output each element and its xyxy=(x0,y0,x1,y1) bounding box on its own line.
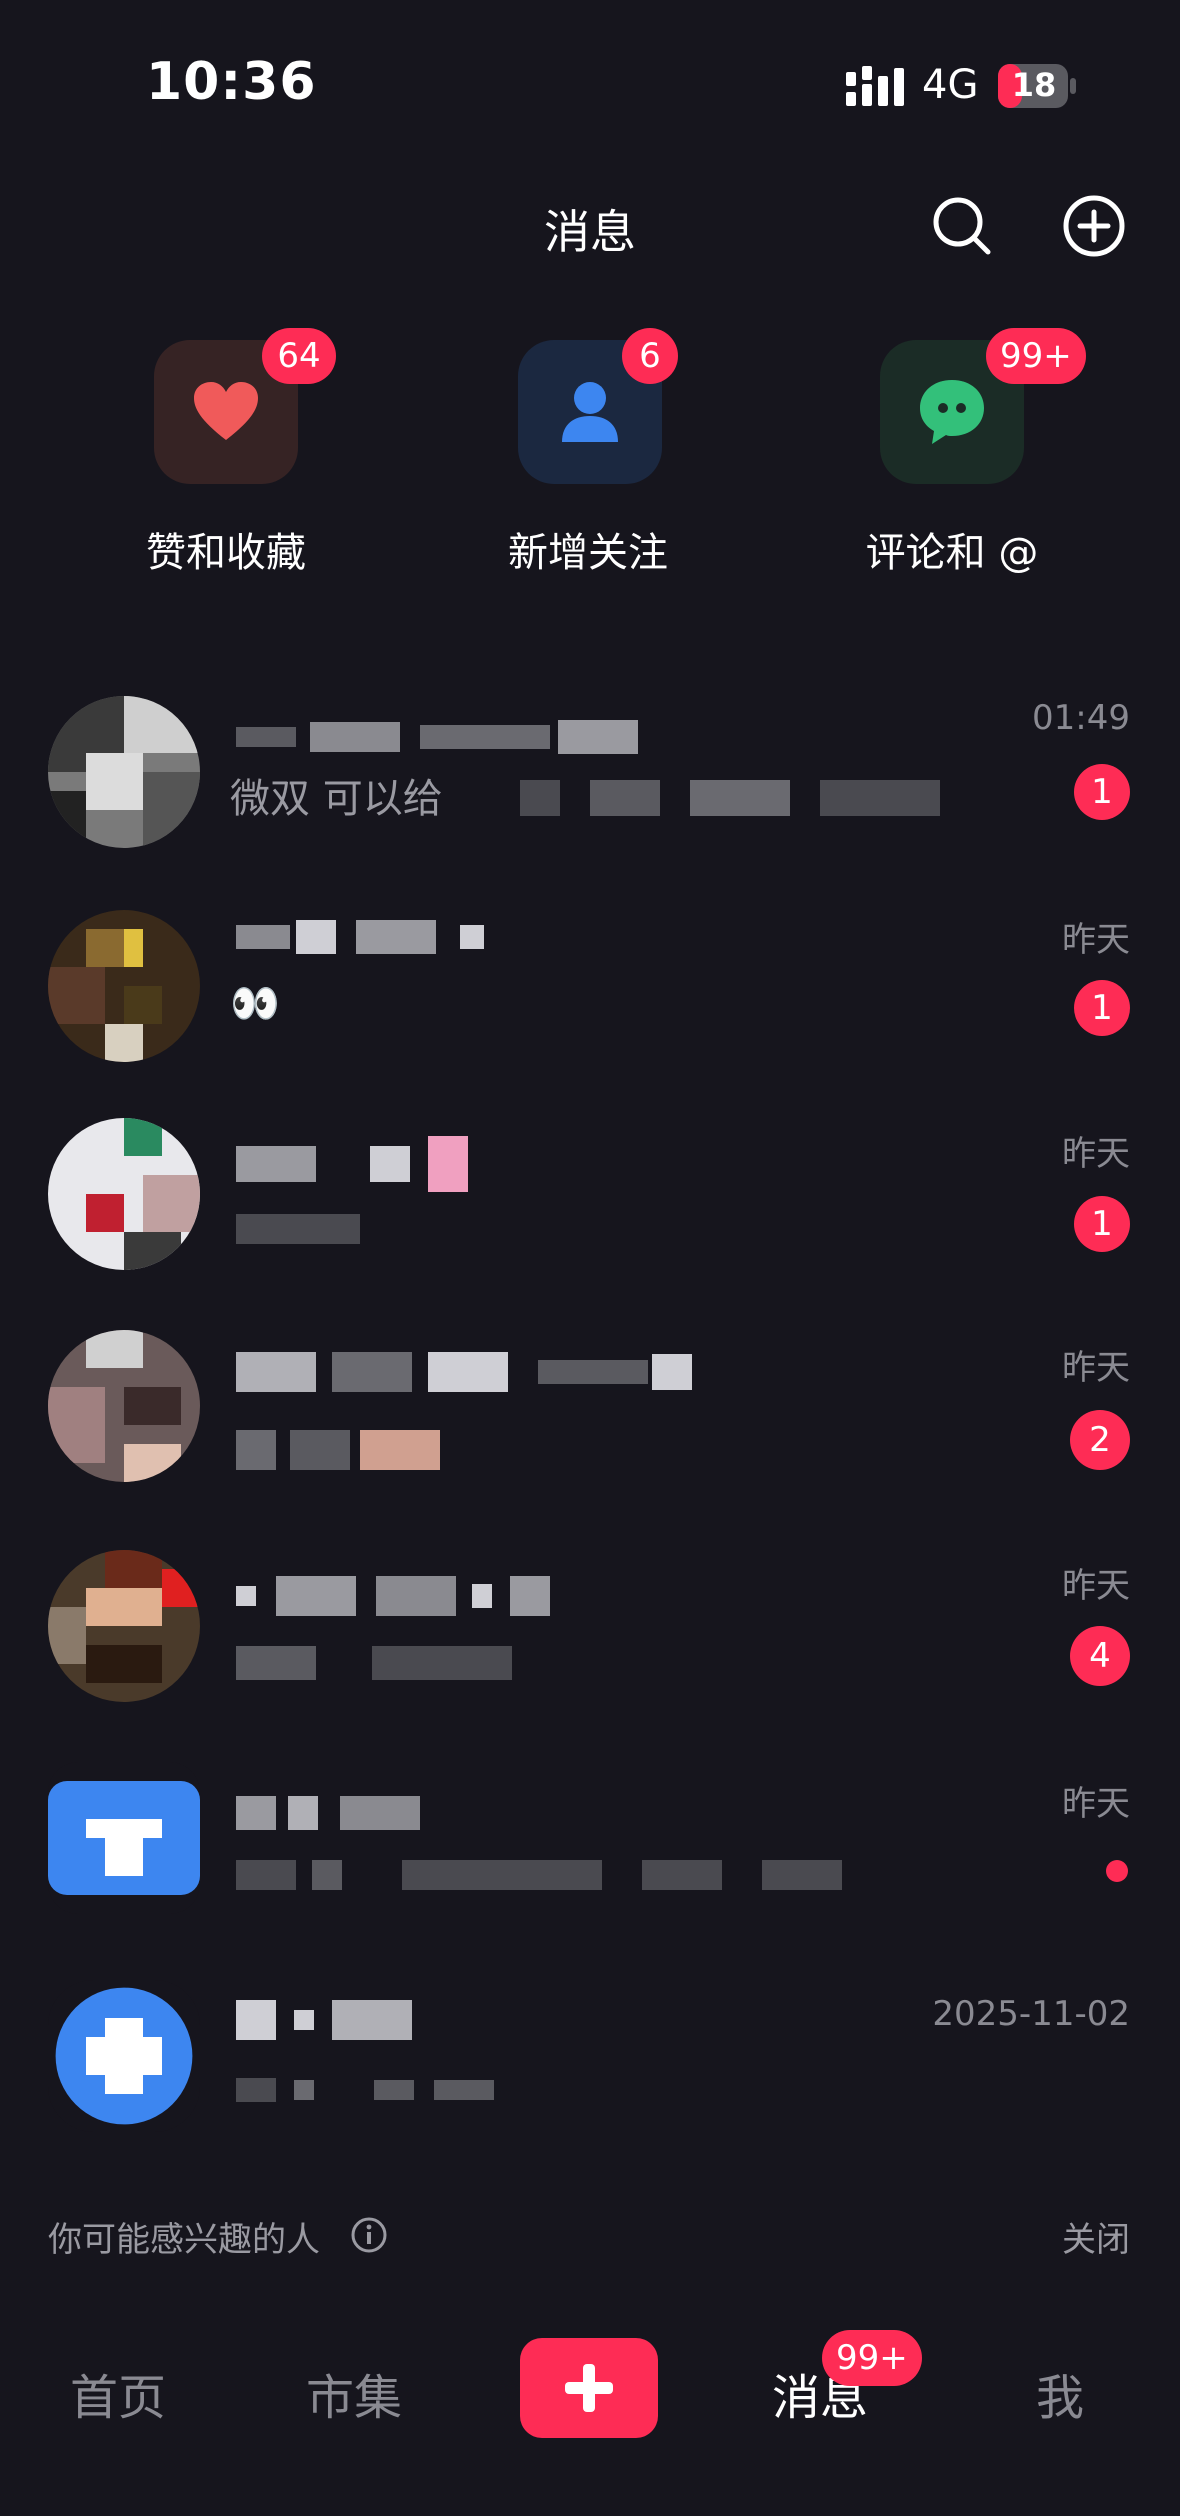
unread-badge: 1 xyxy=(1074,1196,1130,1252)
message-preview-redacted xyxy=(236,1646,512,1688)
message-preview: 👀 xyxy=(230,981,280,1027)
chat-bubble-icon xyxy=(920,380,984,444)
unread-badge: 4 xyxy=(1070,1626,1130,1686)
message-preview-redacted xyxy=(520,780,940,820)
message-preview-redacted xyxy=(236,1214,360,1256)
contact-name-redacted xyxy=(236,720,638,762)
publish-button[interactable] xyxy=(520,2338,658,2438)
avatar[interactable] xyxy=(48,696,200,848)
network-type: 4G xyxy=(922,62,979,108)
close-suggestions-button[interactable]: 关闭 xyxy=(1062,2212,1130,2261)
unread-badge: 2 xyxy=(1070,1410,1130,1470)
comments-badge: 99+ xyxy=(986,328,1086,384)
message-preview-redacted xyxy=(236,1430,440,1472)
avatar[interactable] xyxy=(48,1980,200,2132)
follows-badge: 6 xyxy=(622,328,678,384)
avatar[interactable] xyxy=(48,910,200,1062)
message-preview-redacted xyxy=(236,1860,842,1902)
chat-time: 昨天 xyxy=(1062,1784,1130,1824)
tab-market[interactable]: 市集 xyxy=(306,2358,402,2428)
avatar[interactable] xyxy=(48,1550,200,1702)
contact-name-redacted xyxy=(236,920,484,962)
messages-tab-badge: 99+ xyxy=(822,2330,922,2386)
search-icon[interactable] xyxy=(930,194,994,258)
tab-home[interactable]: 首页 xyxy=(70,2358,166,2428)
unread-badge: 1 xyxy=(1074,764,1130,820)
avatar[interactable] xyxy=(48,1118,200,1270)
contact-name-redacted xyxy=(236,1352,692,1394)
page-title: 消息 xyxy=(544,205,636,259)
chat-time: 昨天 xyxy=(1062,1566,1130,1606)
likes-label: 赞和收藏 xyxy=(146,530,306,576)
battery-icon: 18 xyxy=(998,64,1076,108)
message-preview-redacted xyxy=(236,2078,494,2120)
contact-name-redacted xyxy=(236,2000,412,2042)
comments-label: 评论和 @ xyxy=(865,530,1039,576)
unread-badge: 1 xyxy=(1074,980,1130,1036)
heart-icon xyxy=(194,382,258,440)
likes-badge: 64 xyxy=(262,328,336,384)
message-preview: 微双 可以给 xyxy=(230,776,443,822)
chat-time: 01:49 xyxy=(1032,698,1130,738)
contact-name-redacted xyxy=(236,1576,550,1618)
chat-time: 昨天 xyxy=(1062,1134,1130,1174)
suggestions-label: 你可能感兴趣的人 xyxy=(48,2220,320,2260)
chat-time: 昨天 xyxy=(1062,920,1130,960)
avatar[interactable] xyxy=(48,1762,200,1914)
unread-dot xyxy=(1106,1860,1128,1882)
contact-name-redacted xyxy=(236,1136,468,1192)
chat-time: 2025-11-02 xyxy=(932,1994,1130,2034)
chat-time: 昨天 xyxy=(1062,1348,1130,1388)
plus-circle-icon[interactable] xyxy=(1062,194,1126,258)
info-icon[interactable] xyxy=(350,2216,388,2254)
contact-name-redacted xyxy=(236,1796,420,1838)
person-icon xyxy=(562,382,618,442)
plus-icon xyxy=(565,2364,613,2412)
battery-level: 18 xyxy=(1011,66,1057,104)
avatar[interactable] xyxy=(48,1330,200,1482)
status-time: 10:36 xyxy=(146,52,317,112)
tab-me[interactable]: 我 xyxy=(1036,2358,1084,2428)
follows-label: 新增关注 xyxy=(508,530,668,576)
